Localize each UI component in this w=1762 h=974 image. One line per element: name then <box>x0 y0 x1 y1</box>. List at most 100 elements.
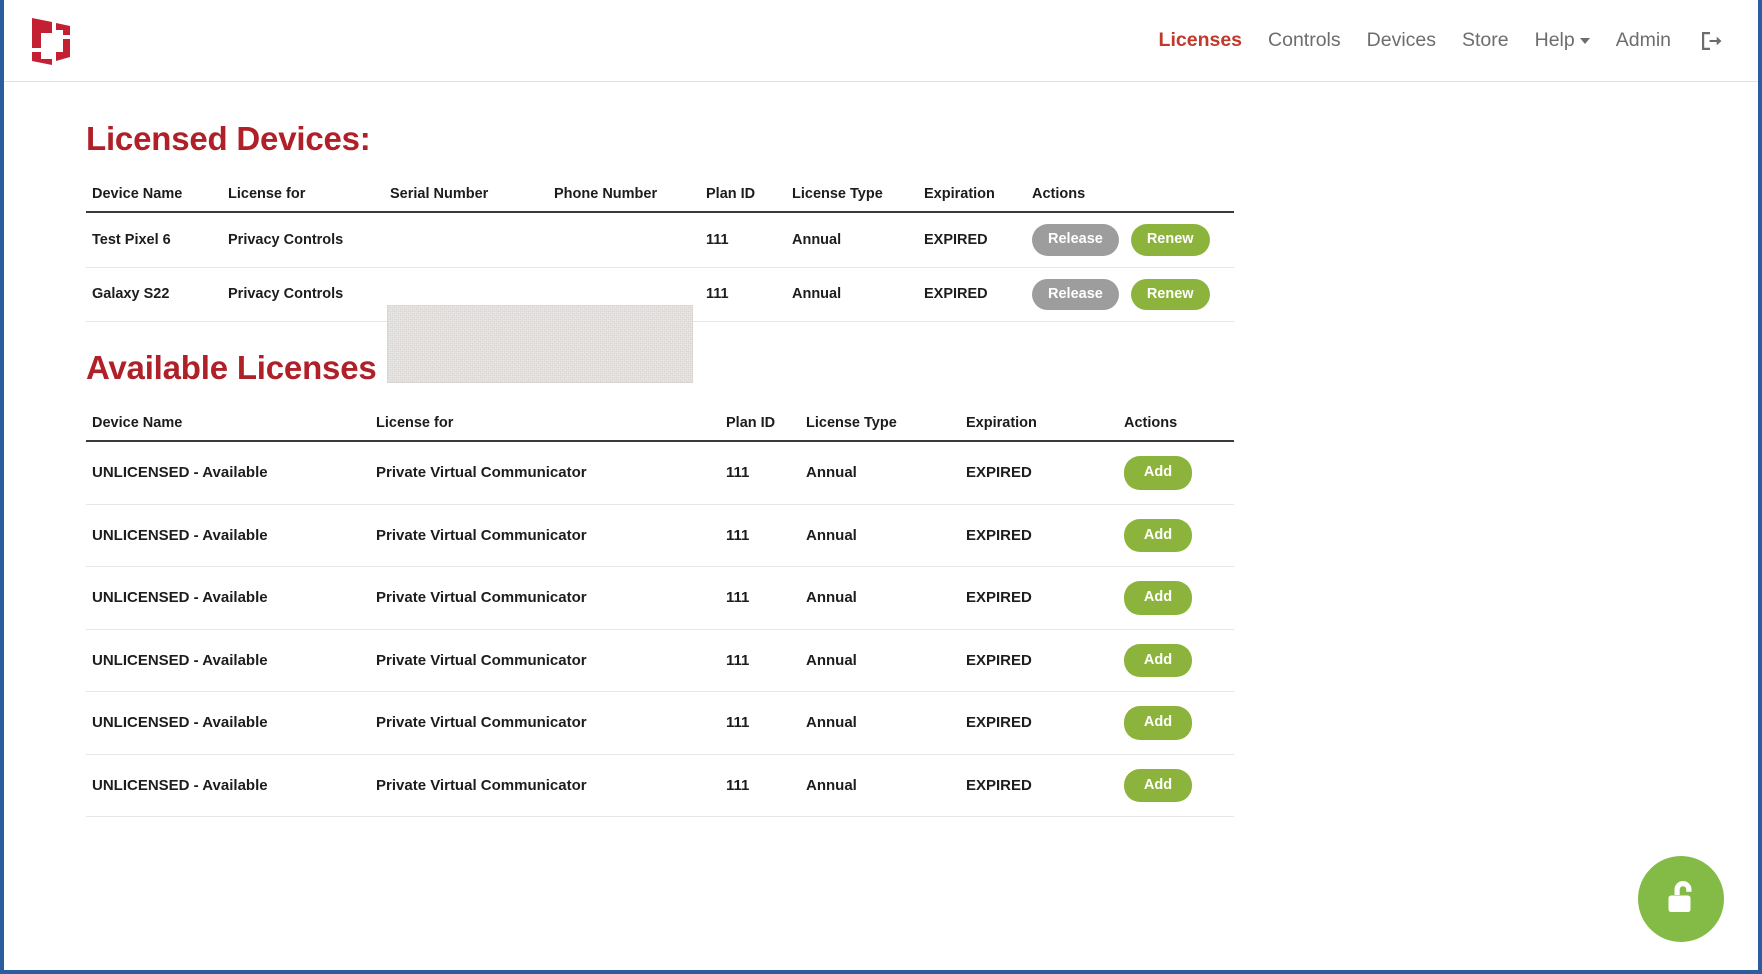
renew-button[interactable]: Renew <box>1130 224 1210 256</box>
nav-item-help[interactable]: Help <box>1522 25 1603 57</box>
cell-device-name: UNLICENSED - Available <box>86 504 370 567</box>
column-header-actions: Actions <box>1026 178 1234 213</box>
add-button[interactable]: Add <box>1124 643 1192 677</box>
cell-actions: Add <box>1118 566 1234 630</box>
table-row: UNLICENSED - Available Private Virtual Co… <box>86 629 1234 692</box>
available-licenses-title: Available Licenses <box>86 349 377 386</box>
cell-plan-id: 111 <box>720 754 800 817</box>
table-row: UNLICENSED - Available Private Virtual Co… <box>86 566 1234 630</box>
cell-expiration: EXPIRED <box>918 267 1026 322</box>
cell-expiration: EXPIRED <box>960 754 1118 817</box>
cell-plan-id: 111 <box>720 504 800 567</box>
table-header-row: Device Name License for Serial Number Ph… <box>86 178 1234 213</box>
available-licenses-table-wrap: Device Name License for Plan ID License … <box>4 407 1758 817</box>
column-header-device-name: Device Name <box>86 178 222 213</box>
column-header-plan-id: Plan ID <box>700 178 786 213</box>
top-navigation-bar: Licenses Controls Devices Store Help Adm… <box>4 0 1758 82</box>
cell-device-name: Galaxy S22 <box>86 267 222 322</box>
column-header-license-type: License Type <box>786 178 918 213</box>
cell-expiration: EXPIRED <box>960 566 1118 630</box>
table-row: UNLICENSED - Available Private Virtual Co… <box>86 441 1234 505</box>
cell-serial-number <box>384 267 548 322</box>
release-button[interactable]: Release <box>1032 224 1119 256</box>
nav-item-devices[interactable]: Devices <box>1354 25 1449 57</box>
logout-icon[interactable] <box>1684 25 1732 57</box>
cell-license-type: Annual <box>800 754 960 817</box>
chevron-down-icon <box>1579 37 1590 44</box>
nav-item-controls[interactable]: Controls <box>1255 25 1354 57</box>
unlock-fab-button[interactable] <box>1638 856 1724 942</box>
cell-license-for: Private Virtual Communicator <box>370 691 720 755</box>
cell-actions: Add <box>1118 441 1234 505</box>
column-header-license-for: License for <box>370 407 720 442</box>
cell-license-for: Private Virtual Communicator <box>370 504 720 567</box>
cell-serial-number <box>384 212 548 268</box>
nav-item-help-label: Help <box>1534 28 1575 51</box>
licensed-devices-section-header: Licensed Devices: <box>4 82 1758 158</box>
page-content: Licensed Devices: Device Name License fo… <box>4 82 1758 817</box>
company-logo-icon[interactable] <box>30 15 74 67</box>
table-row: Test Pixel 6 Privacy Controls 111 Annual… <box>86 212 1234 268</box>
nav-item-store[interactable]: Store <box>1449 25 1522 57</box>
nav-item-licenses[interactable]: Licenses <box>1146 25 1255 57</box>
cell-expiration: EXPIRED <box>960 629 1118 692</box>
licensed-devices-table: Device Name License for Serial Number Ph… <box>86 178 1234 322</box>
cell-phone-number <box>548 267 700 322</box>
available-licenses-table: Device Name License for Plan ID License … <box>86 407 1234 817</box>
cell-device-name: UNLICENSED - Available <box>86 629 370 692</box>
release-button[interactable]: Release <box>1032 278 1119 310</box>
cell-license-type: Annual <box>786 267 918 322</box>
nav-item-admin[interactable]: Admin <box>1603 25 1684 57</box>
browser-window-frame: Licenses Controls Devices Store Help Adm… <box>0 0 1762 974</box>
cell-license-for: Private Virtual Communicator <box>370 566 720 630</box>
cell-license-for: Privacy Controls <box>222 212 384 268</box>
cell-expiration: EXPIRED <box>960 441 1118 505</box>
cell-device-name: UNLICENSED - Available <box>86 691 370 755</box>
cell-license-type: Annual <box>800 629 960 692</box>
cell-license-for: Private Virtual Communicator <box>370 629 720 692</box>
cell-plan-id: 111 <box>700 267 786 322</box>
column-header-serial-number: Serial Number <box>384 178 548 213</box>
cell-license-type: Annual <box>800 566 960 630</box>
add-button[interactable]: Add <box>1124 706 1192 740</box>
cell-plan-id: 111 <box>720 691 800 755</box>
cell-expiration: EXPIRED <box>918 212 1026 268</box>
primary-nav: Licenses Controls Devices Store Help Adm… <box>1146 25 1732 57</box>
table-row: UNLICENSED - Available Private Virtual Co… <box>86 754 1234 817</box>
cell-license-for: Private Virtual Communicator <box>370 441 720 505</box>
cell-license-type: Annual <box>800 691 960 755</box>
available-licenses-rows: UNLICENSED - Available Private Virtual Co… <box>86 441 1234 817</box>
cell-expiration: EXPIRED <box>960 691 1118 755</box>
licensed-devices-title: Licensed Devices: <box>86 120 371 157</box>
cell-license-type: Annual <box>800 441 960 505</box>
cell-license-type: Annual <box>786 212 918 268</box>
cell-device-name: UNLICENSED - Available <box>86 754 370 817</box>
unlock-icon <box>1668 881 1692 912</box>
table-row: UNLICENSED - Available Private Virtual Co… <box>86 691 1234 755</box>
column-header-plan-id: Plan ID <box>720 407 800 442</box>
cell-actions: Add <box>1118 754 1234 817</box>
table-row: UNLICENSED - Available Private Virtual Co… <box>86 504 1234 567</box>
cell-license-for: Privacy Controls <box>222 267 384 322</box>
cell-phone-number <box>548 212 700 268</box>
add-button[interactable]: Add <box>1124 518 1192 552</box>
cell-license-type: Annual <box>800 504 960 567</box>
column-header-expiration: Expiration <box>918 178 1026 213</box>
table-row: Galaxy S22 Privacy Controls 111 Annual E… <box>86 267 1234 322</box>
cell-plan-id: 111 <box>700 212 786 268</box>
table-header-row: Device Name License for Plan ID License … <box>86 407 1234 442</box>
add-button[interactable]: Add <box>1124 581 1192 615</box>
column-header-phone-number: Phone Number <box>548 178 700 213</box>
add-button[interactable]: Add <box>1124 456 1192 490</box>
renew-button[interactable]: Renew <box>1130 278 1210 310</box>
cell-device-name: Test Pixel 6 <box>86 212 222 268</box>
cell-actions: Add <box>1118 504 1234 567</box>
cell-actions: Release Renew <box>1026 212 1234 268</box>
add-button[interactable]: Add <box>1124 768 1192 802</box>
cell-plan-id: 111 <box>720 566 800 630</box>
column-header-actions: Actions <box>1118 407 1234 442</box>
available-licenses-section-header: Available Licenses <box>4 322 1758 387</box>
cell-actions: Add <box>1118 691 1234 755</box>
licensed-devices-table-wrap: Device Name License for Serial Number Ph… <box>4 178 1758 322</box>
column-header-license-for: License for <box>222 178 384 213</box>
